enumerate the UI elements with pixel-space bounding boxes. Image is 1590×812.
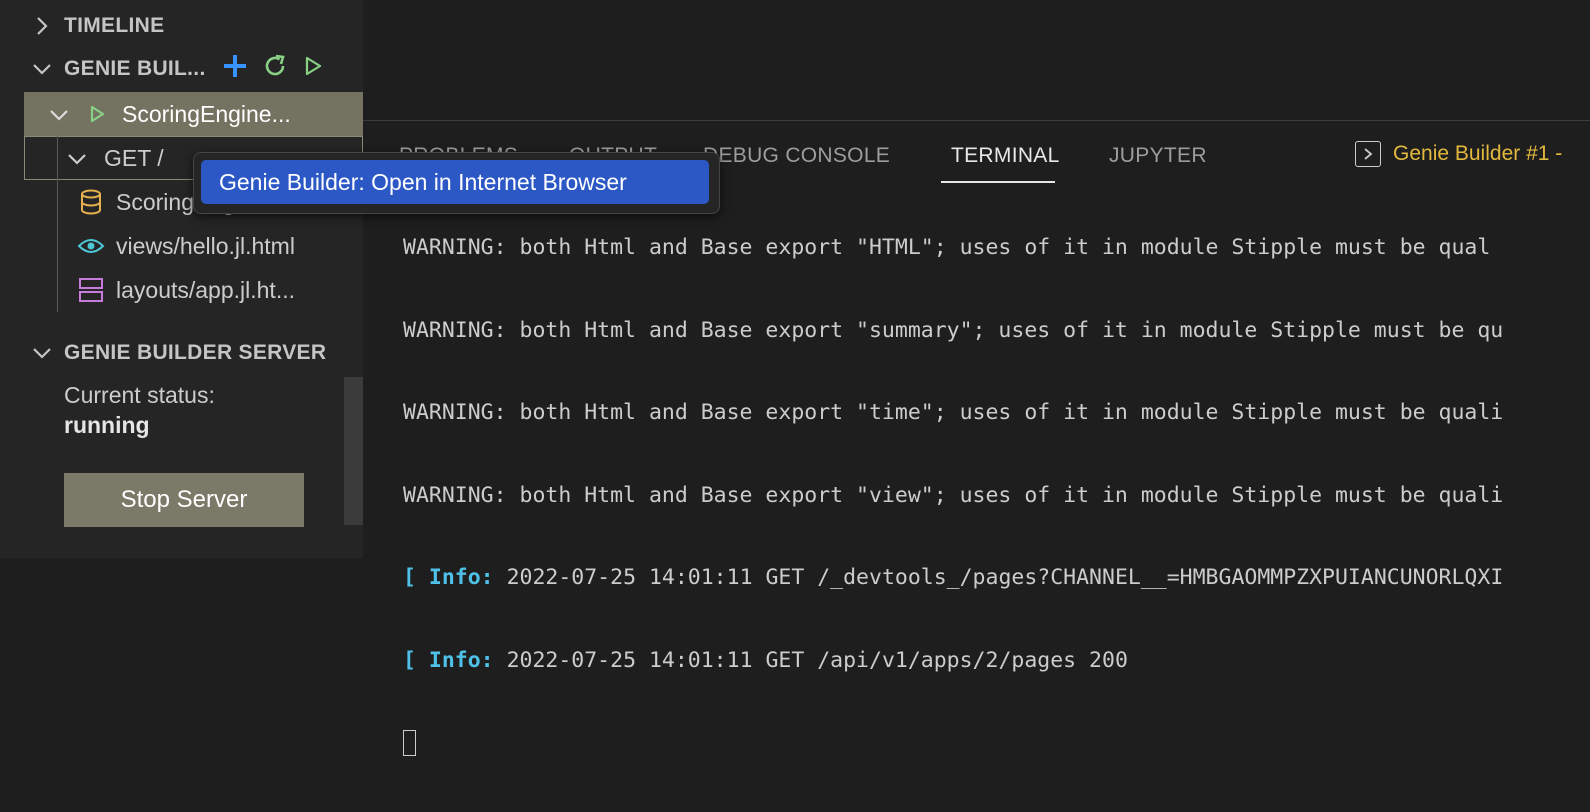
status-label: Current status:	[64, 382, 215, 408]
terminal-output[interactable]: WARNING: both Html and Base export "HTML…	[403, 179, 1503, 812]
tree-item-label: GET /	[104, 144, 164, 171]
terminal-cursor	[403, 730, 416, 756]
status-value: running	[64, 412, 150, 438]
timeline-section-header[interactable]: TIMELINE	[0, 4, 363, 48]
server-section-title: GENIE BUILDER SERVER	[64, 341, 327, 364]
menu-item-open-in-browser[interactable]: Genie Builder: Open in Internet Browser	[201, 160, 709, 204]
info-bracket: [	[403, 647, 429, 673]
scrollbar[interactable]	[344, 377, 363, 525]
genie-builder-section-title: GENIE BUIL...	[64, 57, 206, 80]
info-tag: Info:	[428, 647, 494, 673]
tab-jupyter[interactable]: JUPYTER	[1109, 144, 1207, 168]
tree-item-label: ScoringEngine...	[122, 100, 291, 127]
info-text: 2022-07-25 14:01:11 GET /_devtools_/page…	[493, 565, 1504, 590]
sidebar: TIMELINE GENIE BUIL... ScoringEngine... …	[0, 0, 363, 558]
eye-icon	[74, 235, 108, 257]
terminal-selector[interactable]: Genie Builder #1 -	[1355, 141, 1562, 167]
context-menu: Genie Builder: Open in Internet Browser	[193, 152, 720, 214]
terminal-icon	[1355, 141, 1381, 167]
plus-icon[interactable]	[222, 53, 248, 85]
database-icon	[74, 189, 108, 215]
info-tag: Info:	[428, 565, 494, 590]
stop-server-button[interactable]: Stop Server	[64, 473, 304, 527]
terminal-line: [ Info: 2022-07-25 14:01:11 GET /api/v1/…	[403, 647, 1503, 675]
tree-item-label: layouts/app.jl.ht...	[116, 276, 295, 303]
tree-item-label: views/hello.jl.html	[116, 232, 295, 259]
terminal-selector-label: Genie Builder #1 -	[1393, 142, 1563, 165]
tree-item-file[interactable]: layouts/app.jl.ht...	[24, 268, 363, 312]
chevron-down-icon	[26, 57, 58, 81]
tab-terminal[interactable]: TERMINAL	[951, 144, 1060, 168]
terminal-line: WARNING: both Html and Base export "view…	[403, 482, 1504, 508]
server-status: Current status: running	[64, 380, 215, 440]
refresh-icon[interactable]	[262, 53, 288, 85]
chevron-down-icon	[66, 145, 94, 172]
terminal-line: WARNING: both Html and Base export "HTML…	[403, 235, 1491, 260]
terminal-prompt	[403, 729, 1503, 757]
terminal-line: WARNING: both Html and Base export "time…	[403, 400, 1504, 425]
info-bracket: [	[403, 565, 429, 590]
chevron-right-icon	[26, 14, 58, 38]
layout-icon	[74, 277, 108, 303]
play-icon	[80, 104, 114, 124]
play-icon[interactable]	[302, 55, 324, 83]
tab-debug-console[interactable]: DEBUG CONSOLE	[703, 144, 890, 168]
server-section-header[interactable]: GENIE BUILDER SERVER	[0, 331, 363, 375]
tree-item-file[interactable]: views/hello.jl.html	[24, 224, 363, 268]
terminal-line: WARNING: both Html and Base export "summ…	[403, 317, 1504, 343]
terminal-line: [ Info: 2022-07-25 14:01:11 GET /_devtoo…	[403, 564, 1503, 592]
genie-builder-section-header[interactable]: GENIE BUIL...	[0, 47, 363, 91]
chevron-down-icon	[26, 341, 58, 365]
timeline-section-title: TIMELINE	[64, 14, 165, 37]
tree-item-app[interactable]: ScoringEngine...	[24, 92, 363, 136]
info-text: 2022-07-25 14:01:11 GET /api/v1/apps/2/p…	[493, 647, 1128, 673]
chevron-down-icon	[48, 101, 76, 128]
